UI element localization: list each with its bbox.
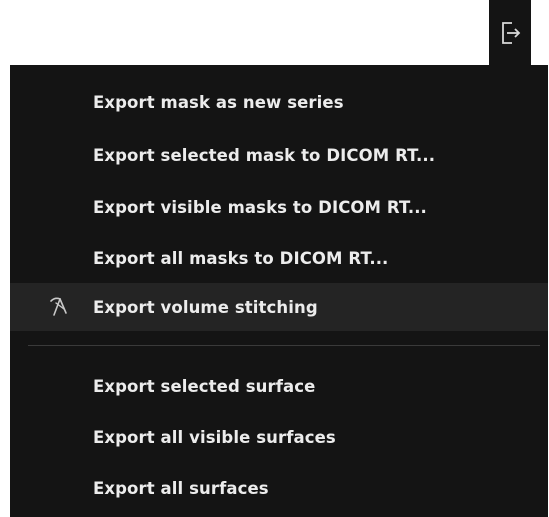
stitching-icon — [50, 297, 67, 316]
menu-separator — [28, 345, 540, 346]
page: Export mask as new series Export selecte… — [0, 0, 549, 517]
menu-item-export-selected-mask-dicom-rt[interactable]: Export selected mask to DICOM RT... — [10, 131, 548, 179]
export-button[interactable] — [489, 0, 531, 65]
menu-item-label: Export all visible surfaces — [93, 427, 336, 447]
menu-item-export-mask-new-series[interactable]: Export mask as new series — [10, 78, 548, 126]
menu-item-export-all-surfaces[interactable]: Export all surfaces — [10, 464, 548, 512]
menu-item-label: Export volume stitching — [93, 297, 318, 317]
export-menu: Export mask as new series Export selecte… — [10, 65, 548, 517]
menu-item-label: Export selected mask to DICOM RT... — [93, 145, 436, 165]
menu-item-export-visible-masks-dicom-rt[interactable]: Export visible masks to DICOM RT... — [10, 183, 548, 231]
menu-item-export-all-masks-dicom-rt[interactable]: Export all masks to DICOM RT... — [10, 234, 548, 282]
menu-item-export-all-visible-surfaces[interactable]: Export all visible surfaces — [10, 413, 548, 461]
menu-item-label: Export all surfaces — [93, 478, 269, 498]
menu-item-export-volume-stitching[interactable]: Export volume stitching — [10, 283, 548, 331]
menu-item-label: Export all masks to DICOM RT... — [93, 248, 389, 268]
menu-item-label: Export mask as new series — [93, 92, 344, 112]
menu-item-label: Export selected surface — [93, 376, 316, 396]
menu-item-export-selected-surface[interactable]: Export selected surface — [10, 362, 548, 410]
menu-item-label: Export visible masks to DICOM RT... — [93, 197, 427, 217]
export-icon — [502, 21, 521, 44]
